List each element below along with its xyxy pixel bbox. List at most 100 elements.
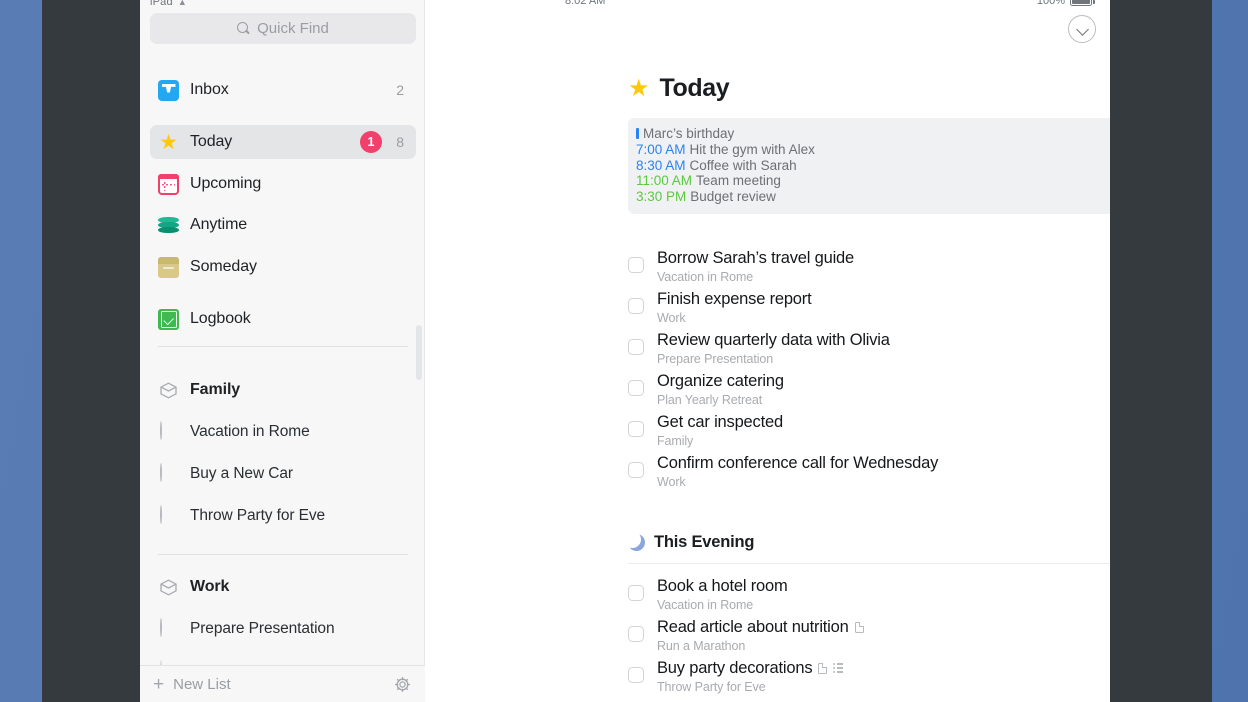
new-list-button[interactable]: New List [173,676,231,693]
sidebar-item-today[interactable]: ★ Today 1 8 [150,125,416,159]
calendar-event-title: Marc’s birthday [643,126,735,141]
sidebar-item-count: 2 [396,82,404,98]
calendar-event[interactable]: Marc’s birthday [636,126,1110,142]
search-input[interactable]: Quick Find [150,13,416,44]
sidebar-area-family[interactable]: Family [150,373,416,407]
all-day-bar-icon [636,128,639,139]
main-content: 8:02 AM 100% ★ Today Marc’s birthday 7:0… [425,0,1110,702]
table-row[interactable]: Buy party decorations Throw Party for Ev… [628,656,1110,697]
logbook-icon [158,308,179,330]
sidebar-project-vacation-in-rome[interactable]: Vacation in Rome [150,415,416,449]
battery-percent-label: 100% [1036,0,1065,7]
device-label: iPad [150,0,173,8]
task-project: Work [657,475,686,489]
battery-icon [1070,0,1095,6]
checklist-icon [833,662,844,674]
sidebar-area-work[interactable]: Work [150,570,416,604]
sidebar-project-throw-party-for-eve[interactable]: Throw Party for Eve [150,499,416,533]
task-title: Buy party decorations [657,659,813,677]
gear-icon[interactable] [394,676,411,693]
table-row[interactable]: Finish expense report Work today [628,287,1110,328]
table-row[interactable]: Read article about nutrition Run a Marat… [628,615,1110,656]
sidebar-project-label: Throw Party for Eve [190,507,326,524]
table-row[interactable]: Borrow Sarah’s travel guide Vacation in … [628,246,1110,287]
progress-pie-icon [158,504,179,527]
sidebar-project-prepare-presentation[interactable]: Prepare Presentation [150,612,416,646]
sidebar-project-buy-a-new-car[interactable]: Buy a New Car [150,457,416,491]
sidebar-item-label: Today [190,133,233,150]
task-project: Family [657,434,694,448]
area-icon [158,577,179,598]
table-row[interactable]: Book a hotel room Vacation in Rome [628,574,1110,615]
task-project: Prepare Presentation [657,352,774,366]
task-checkbox[interactable] [628,421,644,437]
screen: iPad ▲ Quick Find Inbox 2 ★ Today 1 8 Up… [0,0,1248,702]
box-icon [158,256,179,278]
task-title: Review quarterly data with Olivia [657,331,890,349]
calendar-events-panel[interactable]: Marc’s birthday 7:00 AM Hit the gym with … [628,118,1110,214]
sidebar-item-label: Logbook [190,310,251,327]
task-checkbox[interactable] [628,380,644,396]
task-title-row: Buy party decorations [657,658,844,678]
plus-icon: + [153,673,165,695]
task-checkbox[interactable] [628,667,644,683]
divider [158,554,408,555]
sidebar-item-someday[interactable]: Someday [150,250,416,284]
task-checkbox[interactable] [628,585,644,601]
star-icon: ★ [159,130,178,154]
divider [158,346,408,347]
section-header-this-evening: This Evening [623,530,754,552]
status-badge: 1 [360,131,382,153]
progress-pie-icon [158,420,179,443]
sidebar-scrollbar[interactable] [416,325,422,380]
table-row[interactable]: Get car inspected Family [628,410,1110,451]
calendar-event[interactable]: 7:00 AM Hit the gym with Alex [636,142,1110,158]
wifi-icon: ▲ [177,0,187,7]
inbox-icon [158,79,179,101]
moon-icon [623,530,645,551]
search-placeholder: Quick Find [257,20,329,37]
calendar-event[interactable]: 3:30 PM Budget review [636,189,1110,205]
search-icon [237,22,250,35]
calendar-event[interactable]: 11:00 AM Team meeting [636,173,1110,189]
sidebar-item-label: Upcoming [190,175,262,192]
calendar-event[interactable]: 8:30 AM Coffee with Sarah [636,158,1110,174]
task-project: Throw Party for Eve [657,680,766,694]
task-title-row: Read article about nutrition [657,617,864,637]
task-title: Get car inspected [657,413,783,431]
sidebar-item-anytime[interactable]: Anytime [150,208,416,242]
task-title: Confirm conference call for Wednesday [657,454,939,472]
task-project: Vacation in Rome [657,598,754,612]
note-icon [818,662,828,674]
area-icon [158,380,179,401]
task-title: Book a hotel room [657,577,788,595]
calendar-event-title: Coffee with Sarah [689,157,797,173]
task-checkbox[interactable] [628,626,644,642]
sidebar: iPad ▲ Quick Find Inbox 2 ★ Today 1 8 Up… [140,0,425,702]
sidebar-item-label: Inbox [190,81,229,98]
calendar-event-time: 3:30 PM [636,189,687,205]
task-checkbox[interactable] [628,462,644,478]
sidebar-item-logbook[interactable]: Logbook [150,302,416,336]
progress-pie-icon [158,617,179,640]
task-checkbox[interactable] [628,257,644,273]
sidebar-item-count: 8 [396,134,404,150]
task-project: Run a Marathon [657,639,746,653]
task-project: Vacation in Rome [657,270,754,284]
evening-task-list: Book a hotel room Vacation in Rome Read … [628,574,1110,697]
table-row[interactable]: Confirm conference call for Wednesday Wo… [628,451,1110,492]
divider [628,563,1110,564]
table-row[interactable]: Review quarterly data with Olivia Prepar… [628,328,1110,369]
sidebar-item-upcoming[interactable]: Upcoming [150,167,416,201]
task-title: Organize catering [657,372,784,390]
task-checkbox[interactable] [628,298,644,314]
table-row[interactable]: Organize catering Plan Yearly Retreat [628,369,1110,410]
calendar-event-time: 11:00 AM [636,173,693,189]
page-title: ★ Today [628,74,730,103]
task-checkbox[interactable] [628,339,644,355]
status-bar-device: iPad ▲ [150,0,187,8]
sidebar-item-inbox[interactable]: Inbox 2 [150,73,416,107]
calendar-event-time: 8:30 AM [636,157,686,173]
chevron-down-circle-icon[interactable] [1068,15,1096,43]
status-bar-time: 8:02 AM [565,0,606,7]
